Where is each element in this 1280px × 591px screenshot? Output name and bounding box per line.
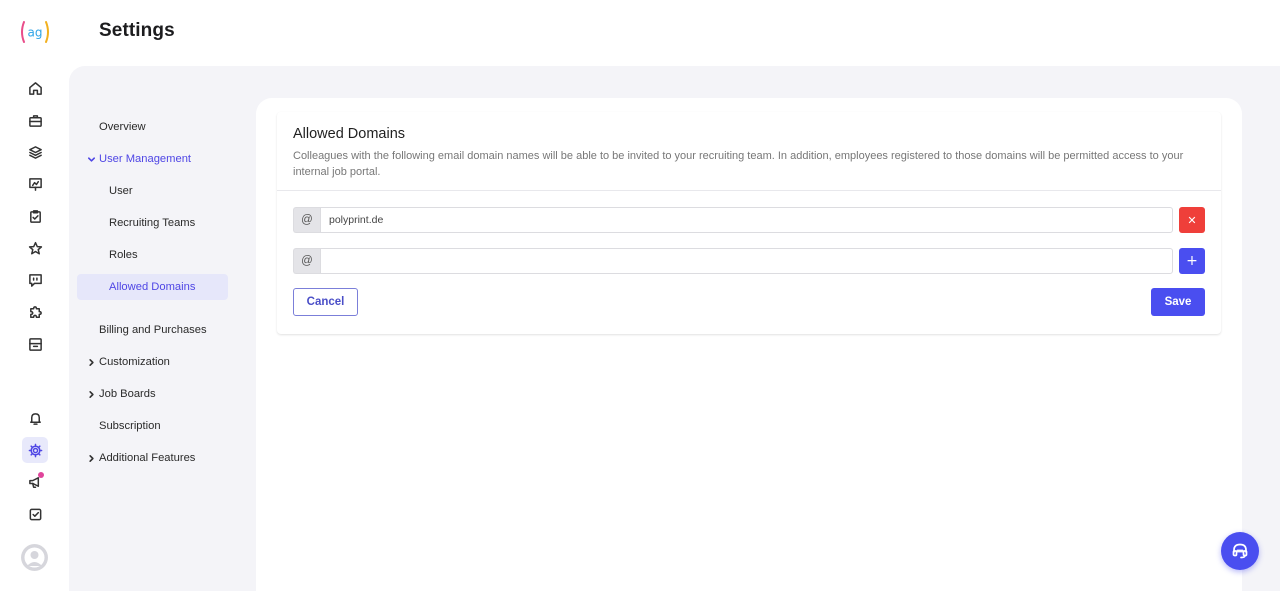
notification-dot — [38, 472, 44, 478]
subnav-item-roles[interactable]: Roles — [77, 242, 228, 268]
chevron-down-icon — [87, 156, 96, 162]
clipboard-check-icon[interactable] — [22, 203, 48, 229]
subnav-item-subscription[interactable]: Subscription — [77, 413, 228, 439]
save-button[interactable]: Save — [1151, 288, 1205, 316]
remove-domain-button[interactable]: ✕ — [1179, 207, 1205, 233]
app-logo[interactable]: ag — [20, 20, 50, 44]
at-prefix: @ — [293, 207, 320, 233]
megaphone-icon[interactable] — [22, 469, 48, 495]
subnav-item-additional-features[interactable]: Additional Features — [77, 445, 228, 471]
app-rail: ag — [0, 0, 69, 591]
bell-icon[interactable] — [22, 405, 48, 431]
avatar-icon[interactable] — [21, 544, 48, 571]
subnav-item-recruiting-teams[interactable]: Recruiting Teams — [77, 210, 228, 236]
subnav-item-billing[interactable]: Billing and Purchases — [77, 317, 228, 343]
domain-input[interactable] — [320, 207, 1173, 233]
checkbox-icon[interactable] — [22, 501, 48, 527]
gear-icon[interactable] — [22, 437, 48, 463]
subnav-item-overview[interactable]: Overview — [77, 114, 228, 140]
subnav-item-user[interactable]: User — [77, 178, 228, 204]
home-icon[interactable] — [22, 75, 48, 101]
close-icon: ✕ — [1187, 213, 1197, 227]
subnav-item-allowed-domains[interactable]: Allowed Domains — [77, 274, 228, 300]
presentation-icon[interactable] — [22, 171, 48, 197]
cancel-button[interactable]: Cancel — [293, 288, 358, 316]
domain-row: @ ✕ — [293, 207, 1205, 233]
star-icon[interactable] — [22, 235, 48, 261]
plus-icon: + — [1186, 253, 1198, 269]
new-domain-input[interactable] — [320, 248, 1173, 274]
briefcase-icon[interactable] — [22, 107, 48, 133]
card-description: Colleagues with the following email doma… — [293, 150, 1184, 178]
card-title: Allowed Domains — [293, 126, 406, 142]
main-panel: Allowed Domains Colleagues with the foll… — [256, 98, 1242, 591]
subnav-item-job-boards[interactable]: Job Boards — [77, 381, 228, 407]
page-title: Settings — [99, 20, 175, 41]
add-domain-button[interactable]: + — [1179, 248, 1205, 274]
at-prefix: @ — [293, 248, 320, 274]
svg-text:ag: ag — [28, 26, 43, 40]
card-header: Allowed Domains Colleagues with the foll… — [277, 112, 1221, 191]
subnav-item-user-management[interactable]: User Management — [77, 146, 228, 172]
domain-row-new: @ + — [293, 248, 1205, 274]
chevron-right-icon — [89, 454, 94, 462]
chat-quote-icon[interactable] — [22, 267, 48, 293]
puzzle-icon[interactable] — [22, 299, 48, 325]
layers-icon[interactable] — [22, 139, 48, 165]
support-button[interactable] — [1221, 532, 1259, 570]
chevron-right-icon — [89, 358, 94, 366]
chevron-right-icon — [89, 390, 94, 398]
subnav-item-customization[interactable]: Customization — [77, 349, 228, 375]
headset-icon — [1232, 543, 1248, 559]
allowed-domains-card: Allowed Domains Colleagues with the foll… — [277, 112, 1221, 334]
archive-icon[interactable] — [22, 331, 48, 357]
